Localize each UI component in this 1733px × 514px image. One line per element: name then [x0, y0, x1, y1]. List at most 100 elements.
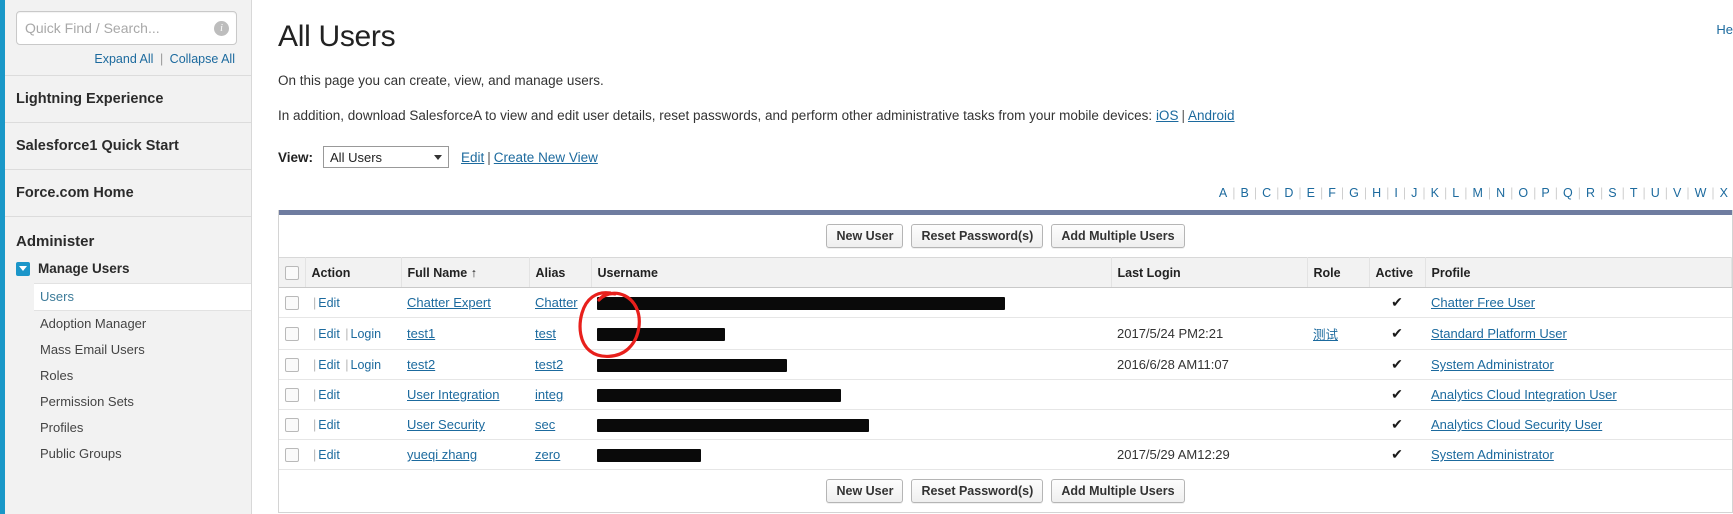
- new-user-button-top[interactable]: New User: [826, 224, 904, 248]
- column-header-username[interactable]: Username: [591, 257, 1112, 288]
- quick-find-box[interactable]: i: [16, 11, 237, 45]
- ios-download-link[interactable]: iOS: [1156, 108, 1179, 123]
- row-checkbox[interactable]: [285, 388, 299, 403]
- reset-passwords-button-bottom[interactable]: Reset Password(s): [911, 479, 1044, 503]
- info-icon[interactable]: i: [214, 20, 229, 36]
- android-download-link[interactable]: Android: [1188, 108, 1235, 123]
- user-name-link[interactable]: yueqi zhang: [407, 447, 477, 462]
- alphabet-filter-i[interactable]: I: [1389, 186, 1402, 200]
- edit-link[interactable]: Edit: [318, 418, 340, 432]
- alphabet-filter-b[interactable]: B: [1236, 186, 1254, 200]
- alias-link[interactable]: test: [535, 326, 556, 341]
- alphabet-filter-o[interactable]: O: [1513, 186, 1533, 200]
- row-checkbox[interactable]: [285, 358, 299, 373]
- add-multiple-users-button-top[interactable]: Add Multiple Users: [1051, 224, 1185, 248]
- row-checkbox[interactable]: [285, 448, 299, 463]
- full-name-cell: User Integration: [401, 379, 529, 410]
- sidebar-item-adoption-manager[interactable]: Adoption Manager: [0, 311, 251, 337]
- profile-link[interactable]: Analytics Cloud Security User: [1431, 417, 1602, 432]
- user-name-link[interactable]: User Security: [407, 417, 485, 432]
- column-header-profile[interactable]: Profile: [1425, 257, 1732, 288]
- alphabet-filter-e[interactable]: E: [1302, 186, 1320, 200]
- expand-all-link[interactable]: Expand All: [94, 52, 153, 66]
- alias-link[interactable]: Chatter: [535, 295, 578, 310]
- alphabet-filter-v[interactable]: V: [1668, 186, 1686, 200]
- edit-view-link[interactable]: Edit: [461, 150, 484, 165]
- alphabet-filter-r[interactable]: R: [1581, 186, 1600, 200]
- alphabet-filter-g[interactable]: G: [1344, 186, 1364, 200]
- login-link[interactable]: Login: [351, 358, 382, 372]
- edit-link[interactable]: Edit: [318, 388, 340, 402]
- role-cell: [1307, 287, 1369, 318]
- reset-passwords-button-top[interactable]: Reset Password(s): [911, 224, 1044, 248]
- edit-link[interactable]: Edit: [318, 296, 340, 310]
- column-header-role[interactable]: Role: [1307, 257, 1370, 288]
- sidebar-item-salesforce1-quick-start[interactable]: Salesforce1 Quick Start: [0, 122, 251, 169]
- sidebar-item-roles[interactable]: Roles: [0, 363, 251, 389]
- alphabet-filter-m[interactable]: M: [1467, 186, 1487, 200]
- user-name-link[interactable]: Chatter Expert: [407, 295, 491, 310]
- alphabet-filter-a[interactable]: A: [1214, 186, 1232, 200]
- sidebar-item-permission-sets[interactable]: Permission Sets: [0, 389, 251, 415]
- column-header-last-login[interactable]: Last Login: [1111, 257, 1308, 288]
- sidebar-item-lightning-experience[interactable]: Lightning Experience: [0, 75, 251, 122]
- user-name-link[interactable]: test1: [407, 326, 435, 341]
- link-separator: |: [1181, 108, 1185, 123]
- row-checkbox[interactable]: [285, 327, 299, 342]
- column-header-alias[interactable]: Alias: [529, 257, 592, 288]
- alphabet-filter-n[interactable]: N: [1491, 186, 1510, 200]
- help-link[interactable]: He: [1716, 22, 1733, 37]
- alphabet-filter-j[interactable]: J: [1406, 186, 1422, 200]
- search-input[interactable]: [17, 14, 214, 42]
- alias-link[interactable]: zero: [535, 447, 560, 462]
- alphabet-filter-d[interactable]: D: [1279, 186, 1298, 200]
- alias-link[interactable]: integ: [535, 387, 563, 402]
- role-link[interactable]: 测试: [1313, 327, 1338, 342]
- alphabet-filter-p[interactable]: P: [1536, 186, 1554, 200]
- profile-link[interactable]: Standard Platform User: [1431, 326, 1567, 341]
- profile-link[interactable]: Chatter Free User: [1431, 295, 1535, 310]
- alphabet-filter-x[interactable]: X: [1715, 186, 1733, 200]
- edit-link[interactable]: Edit: [318, 327, 340, 341]
- user-name-link[interactable]: User Integration: [407, 387, 500, 402]
- sidebar-item-public-groups[interactable]: Public Groups: [0, 441, 251, 467]
- row-checkbox[interactable]: [285, 296, 299, 311]
- alphabet-filter-t[interactable]: T: [1625, 186, 1643, 200]
- sidebar-item-profiles[interactable]: Profiles: [0, 415, 251, 441]
- column-header-active[interactable]: Active: [1369, 257, 1426, 288]
- alphabet-filter-h[interactable]: H: [1367, 186, 1386, 200]
- alphabet-filter-u[interactable]: U: [1646, 186, 1665, 200]
- profile-link[interactable]: Analytics Cloud Integration User: [1431, 387, 1617, 402]
- collapse-all-link[interactable]: Collapse All: [170, 52, 235, 66]
- sidebar-group-manage-users[interactable]: Manage Users: [0, 258, 251, 283]
- alphabet-filter-w[interactable]: W: [1690, 186, 1712, 200]
- alphabet-filter-q[interactable]: Q: [1558, 186, 1578, 200]
- profile-link[interactable]: System Administrator: [1431, 447, 1554, 462]
- edit-link[interactable]: Edit: [318, 358, 340, 372]
- alphabet-filter-k[interactable]: K: [1426, 186, 1444, 200]
- view-select[interactable]: All Users: [323, 146, 450, 168]
- sidebar-item-mass-email-users[interactable]: Mass Email Users: [0, 337, 251, 363]
- column-header-action[interactable]: Action: [305, 257, 402, 288]
- row-checkbox[interactable]: [285, 418, 299, 433]
- chevron-down-icon[interactable]: [16, 261, 30, 276]
- alphabet-filter-f[interactable]: F: [1323, 186, 1341, 200]
- column-header-full-name[interactable]: Full Name ↑: [401, 257, 530, 288]
- user-name-link[interactable]: test2: [407, 357, 435, 372]
- redacted-username: [597, 419, 869, 433]
- alphabet-filter-c[interactable]: C: [1257, 186, 1276, 200]
- alphabet-filter-s[interactable]: S: [1603, 186, 1621, 200]
- login-link[interactable]: Login: [351, 327, 382, 341]
- sidebar-item-force-com-home[interactable]: Force.com Home: [0, 169, 251, 216]
- add-multiple-users-button-bottom[interactable]: Add Multiple Users: [1051, 479, 1185, 503]
- alias-link[interactable]: test2: [535, 357, 563, 372]
- create-new-view-link[interactable]: Create New View: [494, 150, 598, 165]
- sidebar-item-users[interactable]: Users: [34, 283, 251, 311]
- alphabet-filter-l[interactable]: L: [1447, 186, 1464, 200]
- alias-link[interactable]: sec: [535, 417, 555, 432]
- select-all-checkbox[interactable]: [285, 265, 299, 280]
- new-user-button-bottom[interactable]: New User: [826, 479, 904, 503]
- edit-link[interactable]: Edit: [318, 448, 340, 462]
- profile-link[interactable]: System Administrator: [1431, 357, 1554, 372]
- intro-paragraph-1: On this page you can create, view, and m…: [278, 73, 604, 88]
